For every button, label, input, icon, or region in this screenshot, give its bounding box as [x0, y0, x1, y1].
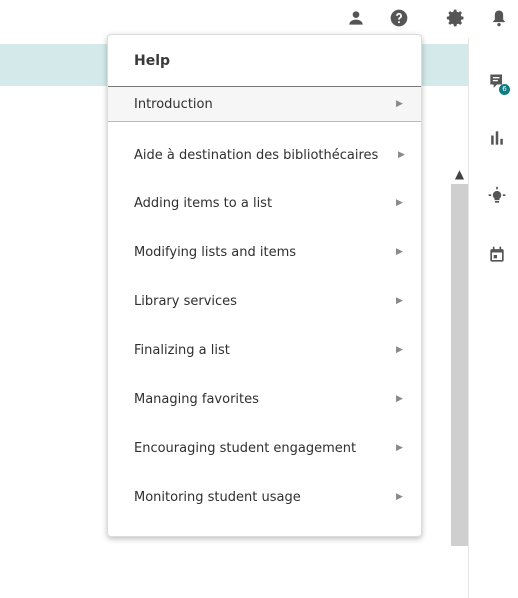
- lightbulb-icon[interactable]: [485, 184, 509, 208]
- menu-item-student-engagement[interactable]: Encouraging student engagement ▶: [108, 430, 421, 466]
- menu-item-label: Monitoring student usage: [134, 489, 301, 505]
- sidebar-divider: [468, 38, 469, 598]
- scroll-up-arrow-icon[interactable]: ▲: [451, 165, 468, 183]
- bell-icon[interactable]: [487, 6, 511, 30]
- calendar-icon[interactable]: [485, 243, 509, 267]
- menu-item-label: Encouraging student engagement: [134, 440, 357, 456]
- menu-item-label: Library services: [134, 293, 237, 309]
- menu-item-label: Introduction: [134, 96, 213, 112]
- menu-item-label: Adding items to a list: [134, 195, 273, 211]
- scrollbar[interactable]: [451, 184, 468, 546]
- user-icon[interactable]: [344, 6, 368, 30]
- help-icon[interactable]: [387, 6, 411, 30]
- menu-item-managing-favorites[interactable]: Managing favorites ▶: [108, 381, 421, 417]
- menu-item-finalizing-list[interactable]: Finalizing a list ▶: [108, 332, 421, 368]
- notes-icon[interactable]: 6: [485, 70, 510, 95]
- chevron-right-icon: ▶: [396, 443, 403, 453]
- chevron-right-icon: ▶: [396, 198, 403, 208]
- menu-item-library-services[interactable]: Library services ▶: [108, 283, 421, 319]
- menu-item-label: Managing favorites: [134, 391, 259, 407]
- menu-item-label: Finalizing a list: [134, 342, 230, 358]
- menu-item-label: Aide à destination des bibliothécaires: [134, 147, 379, 163]
- menu-item-student-usage[interactable]: Monitoring student usage ▶: [108, 479, 421, 515]
- menu-item-label: Modifying lists and items: [134, 244, 297, 260]
- chevron-right-icon: ▶: [396, 99, 403, 109]
- chevron-right-icon: ▶: [396, 247, 403, 257]
- menu-item-adding-items[interactable]: Adding items to a list ▶: [108, 185, 421, 221]
- chevron-right-icon: ▶: [396, 394, 403, 404]
- menu-item-modifying-lists[interactable]: Modifying lists and items ▶: [108, 234, 421, 270]
- chevron-right-icon: ▶: [396, 296, 403, 306]
- chevron-right-icon: ▶: [396, 492, 403, 502]
- help-menu-title: Help: [134, 53, 171, 69]
- menu-item-aide-bibliothecaires[interactable]: Aide à destination des bibliothécaires ▶: [108, 137, 421, 173]
- bar-chart-icon[interactable]: [485, 126, 509, 150]
- chevron-right-icon: ▶: [398, 150, 405, 160]
- chevron-right-icon: ▶: [396, 345, 403, 355]
- notifications-badge: 6: [499, 84, 510, 95]
- top-bar: [0, 0, 518, 38]
- gear-icon[interactable]: [444, 6, 468, 30]
- menu-item-introduction[interactable]: Introduction ▶: [108, 86, 421, 122]
- help-menu: Help Introduction ▶ Aide à destination d…: [107, 34, 422, 537]
